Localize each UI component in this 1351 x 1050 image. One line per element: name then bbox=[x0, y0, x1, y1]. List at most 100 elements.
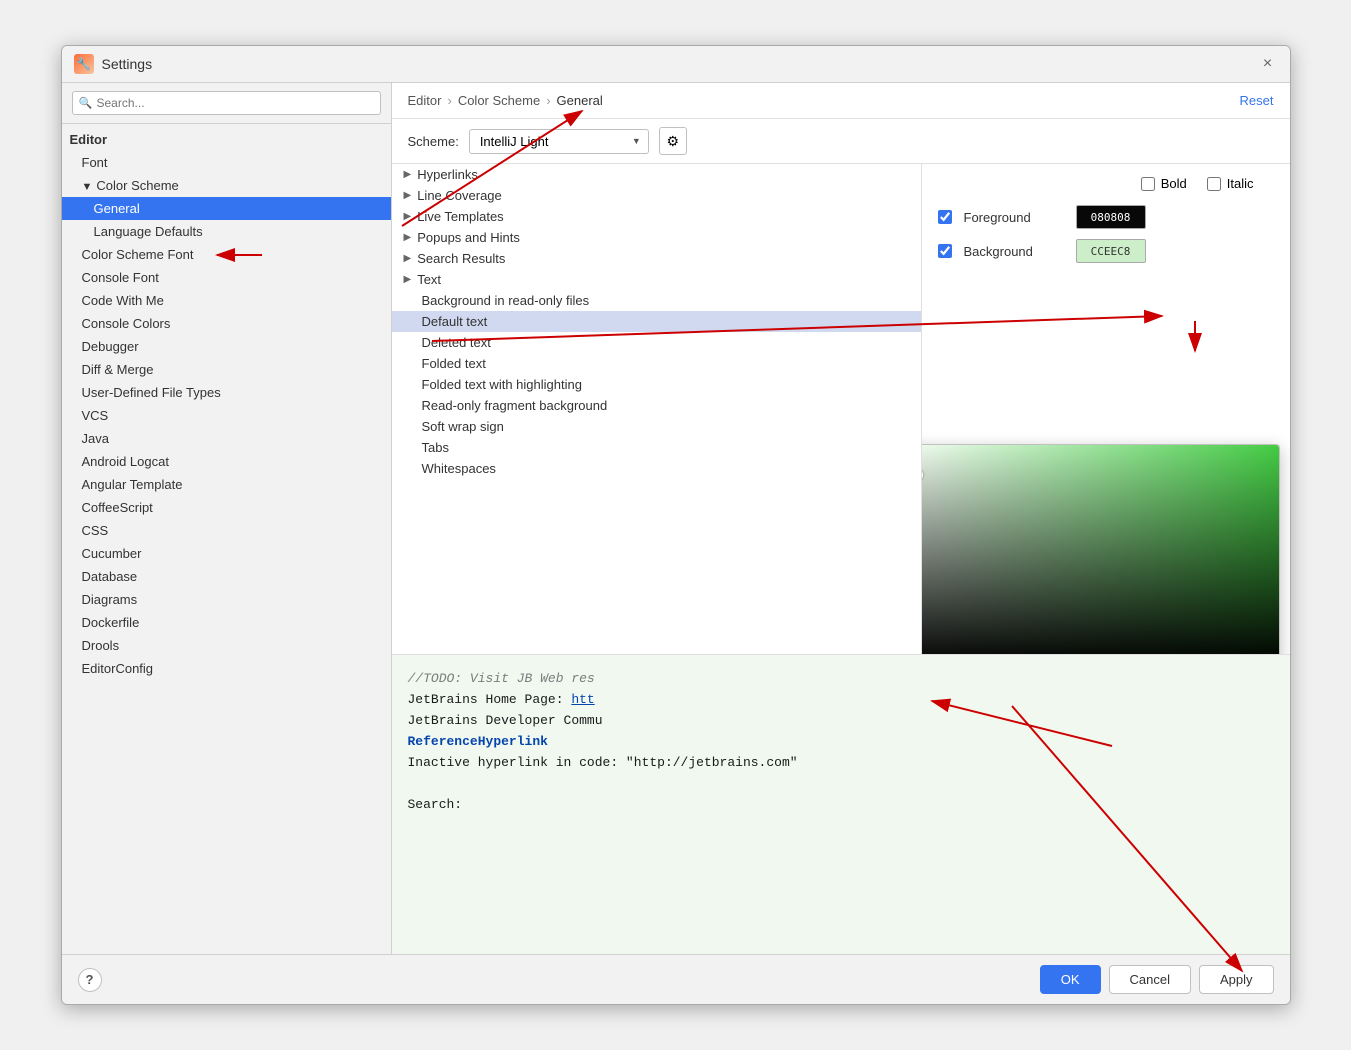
foreground-checkbox[interactable] bbox=[938, 210, 952, 224]
settings-dialog: 🔧 Settings × 🔍 Editor Font ▼Color Scheme bbox=[61, 45, 1291, 1005]
sidebar-item-font[interactable]: Font bbox=[62, 151, 391, 174]
scheme-select[interactable]: IntelliJ Light Darcula High contrast bbox=[469, 129, 649, 154]
breadcrumb-sep-2: › bbox=[546, 93, 550, 108]
breadcrumb: Editor › Color Scheme › General Reset bbox=[392, 83, 1290, 119]
tree-item-default-text[interactable]: Default text bbox=[392, 311, 921, 332]
cancel-button[interactable]: Cancel bbox=[1109, 965, 1191, 994]
preview-search-text: Search: bbox=[408, 797, 463, 812]
background-checkbox[interactable] bbox=[938, 244, 952, 258]
sidebar-item-code-with-me[interactable]: Code With Me bbox=[62, 289, 391, 312]
tree-item-bg-readonly[interactable]: Background in read-only files bbox=[392, 290, 921, 311]
expand-icon: ▶ bbox=[404, 253, 412, 264]
tree-item-whitespaces[interactable]: Whitespaces bbox=[392, 458, 921, 479]
expand-icon: ▼ bbox=[82, 181, 93, 193]
search-box: 🔍 bbox=[62, 83, 391, 124]
bold-label: Bold bbox=[1161, 176, 1187, 191]
expand-icon: ▶ bbox=[404, 232, 412, 243]
dialog-title: Settings bbox=[102, 56, 1250, 72]
tree-item-tabs[interactable]: Tabs bbox=[392, 437, 921, 458]
tree-item-search-results[interactable]: ▶Search Results bbox=[392, 248, 921, 269]
preview-search-line: Search: bbox=[408, 797, 1274, 812]
italic-checkbox[interactable] bbox=[1207, 177, 1221, 191]
italic-label: Italic bbox=[1227, 176, 1254, 191]
expand-icon: ▶ bbox=[404, 274, 412, 285]
foreground-label: Foreground bbox=[964, 210, 1064, 225]
breadcrumb-color-scheme: Color Scheme bbox=[458, 93, 540, 108]
sidebar-item-language-defaults[interactable]: Language Defaults bbox=[62, 220, 391, 243]
search-input[interactable] bbox=[72, 91, 381, 115]
preview-homepage-text: JetBrains Home Page: bbox=[408, 692, 572, 707]
preview-homepage-line: JetBrains Home Page: htt bbox=[408, 692, 1274, 707]
scheme-select-wrapper: IntelliJ Light Darcula High contrast bbox=[469, 129, 649, 154]
close-button[interactable]: × bbox=[1258, 54, 1278, 74]
content-area: Editor › Color Scheme › General Reset Sc… bbox=[392, 83, 1290, 954]
breadcrumb-path: Editor › Color Scheme › General bbox=[408, 93, 603, 108]
sidebar-item-console-colors[interactable]: Console Colors bbox=[62, 312, 391, 335]
sidebar-item-dockerfile[interactable]: Dockerfile bbox=[62, 611, 391, 634]
sidebar-item-color-scheme[interactable]: ▼Color Scheme bbox=[62, 174, 391, 197]
sidebar-item-java[interactable]: Java bbox=[62, 427, 391, 450]
tree-item-readonly-fragment[interactable]: Read-only fragment background bbox=[392, 395, 921, 416]
color-settings-panel: Bold Italic Foreground 080808 bbox=[922, 164, 1290, 654]
ok-button[interactable]: OK bbox=[1040, 965, 1101, 994]
bold-checkbox[interactable] bbox=[1141, 177, 1155, 191]
sidebar-item-css[interactable]: CSS bbox=[62, 519, 391, 542]
sidebar-item-vcs[interactable]: VCS bbox=[62, 404, 391, 427]
tree-item-line-coverage[interactable]: ▶Line Coverage bbox=[392, 185, 921, 206]
tree-item-soft-wrap[interactable]: Soft wrap sign bbox=[392, 416, 921, 437]
tree-item-popups[interactable]: ▶Popups and Hints bbox=[392, 227, 921, 248]
editor-label: Editor bbox=[70, 132, 108, 147]
tree-item-hyperlinks[interactable]: ▶Hyperlinks bbox=[392, 164, 921, 185]
expand-icon: ▶ bbox=[404, 211, 412, 222]
sidebar-item-color-scheme-font[interactable]: Color Scheme Font bbox=[62, 243, 391, 266]
gear-button[interactable]: ⚙ bbox=[659, 127, 687, 155]
tree-item-live-templates[interactable]: ▶Live Templates bbox=[392, 206, 921, 227]
title-bar: 🔧 Settings × bbox=[62, 46, 1290, 83]
sidebar-item-debugger[interactable]: Debugger bbox=[62, 335, 391, 358]
sidebar-tree: Editor Font ▼Color Scheme General Langua… bbox=[62, 124, 391, 954]
sidebar-item-general[interactable]: General bbox=[62, 197, 391, 220]
tree-item-deleted-text[interactable]: Deleted text bbox=[392, 332, 921, 353]
background-swatch[interactable]: CCEEC8 bbox=[1076, 239, 1146, 263]
preview-devcomm-text: JetBrains Developer Commu bbox=[408, 713, 603, 728]
breadcrumb-editor: Editor bbox=[408, 93, 442, 108]
color-picker-cursor bbox=[922, 468, 923, 482]
bold-option: Bold bbox=[1141, 176, 1187, 191]
sidebar-item-diagrams[interactable]: Diagrams bbox=[62, 588, 391, 611]
sidebar-item-console-font[interactable]: Console Font bbox=[62, 266, 391, 289]
help-button[interactable]: ? bbox=[78, 968, 102, 992]
breadcrumb-sep-1: › bbox=[447, 93, 451, 108]
preview-ref-hyperlink: ReferenceHyperlink bbox=[408, 734, 548, 749]
color-gradient-area[interactable] bbox=[922, 445, 1279, 654]
reset-link[interactable]: Reset bbox=[1240, 93, 1274, 108]
preview-comment: //TODO: Visit JB Web res bbox=[408, 671, 595, 686]
split-area: ▶Hyperlinks ▶Line Coverage ▶Live Templat… bbox=[392, 164, 1290, 654]
preview-comment-line: //TODO: Visit JB Web res bbox=[408, 671, 1274, 686]
sidebar-item-user-defined[interactable]: User-Defined File Types bbox=[62, 381, 391, 404]
preview-homepage-link: htt bbox=[571, 692, 594, 707]
sidebar-item-coffeescript[interactable]: CoffeeScript bbox=[62, 496, 391, 519]
apply-button[interactable]: Apply bbox=[1199, 965, 1274, 994]
sidebar-item-database[interactable]: Database bbox=[62, 565, 391, 588]
foreground-swatch[interactable]: 080808 bbox=[1076, 205, 1146, 229]
tree-item-folded-text[interactable]: Folded text bbox=[392, 353, 921, 374]
sidebar-item-diff-merge[interactable]: Diff & Merge bbox=[62, 358, 391, 381]
sidebar-item-editor[interactable]: Editor bbox=[62, 128, 391, 151]
preview-area: //TODO: Visit JB Web res JetBrains Home … bbox=[392, 654, 1290, 954]
bottom-right-buttons: OK Cancel Apply bbox=[1040, 965, 1274, 994]
bottom-bar: ? OK Cancel Apply bbox=[62, 954, 1290, 1004]
sidebar-item-cucumber[interactable]: Cucumber bbox=[62, 542, 391, 565]
preview-inactive-text: Inactive hyperlink in code: "http://jetb… bbox=[408, 755, 798, 770]
background-row: Background CCEEC8 bbox=[938, 239, 1274, 263]
foreground-row: Foreground 080808 bbox=[938, 205, 1274, 229]
italic-option: Italic bbox=[1207, 176, 1254, 191]
main-layout: 🔍 Editor Font ▼Color Scheme General Lang… bbox=[62, 83, 1290, 954]
sidebar-item-angular-template[interactable]: Angular Template bbox=[62, 473, 391, 496]
sidebar-item-android-logcat[interactable]: Android Logcat bbox=[62, 450, 391, 473]
tree-item-text[interactable]: ▶Text bbox=[392, 269, 921, 290]
sidebar-item-editorconfig[interactable]: EditorConfig bbox=[62, 657, 391, 680]
sidebar-item-drools[interactable]: Drools bbox=[62, 634, 391, 657]
search-icon: 🔍 bbox=[79, 97, 93, 110]
style-options-row: Bold Italic bbox=[938, 176, 1274, 191]
tree-item-folded-text-highlight[interactable]: Folded text with highlighting bbox=[392, 374, 921, 395]
